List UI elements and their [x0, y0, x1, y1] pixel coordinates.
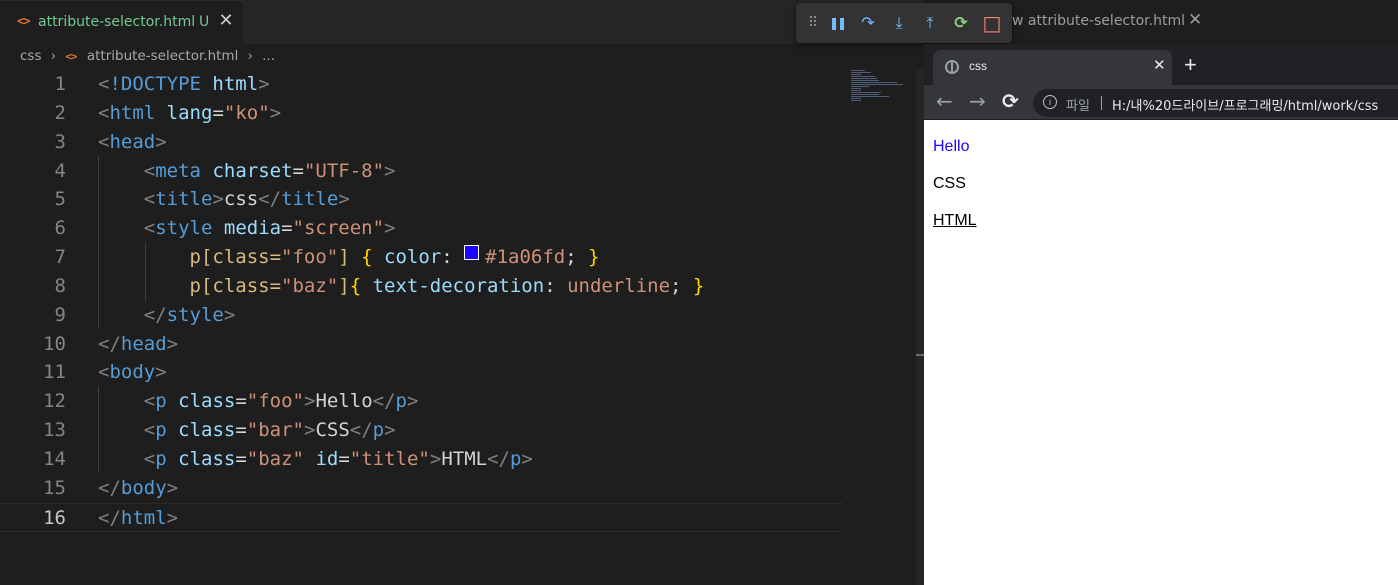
restart-icon[interactable]: ⟳	[950, 11, 972, 35]
preview-tab-label: w attribute-selector.html	[1012, 13, 1185, 29]
code-line: 12 <p class="foo">Hello</p>	[0, 387, 850, 416]
untracked-status-badge: U	[199, 14, 210, 30]
browser-toolbar: ← → ⟳ i 파일 H:/내%20드라이브/프로그래밍/html/work/c…	[924, 85, 1398, 120]
editor-scrollbar[interactable]	[916, 70, 924, 585]
line-number: 3	[54, 130, 66, 153]
address-bar[interactable]: i 파일 H:/내%20드라이브/프로그래밍/html/work/css	[1033, 89, 1398, 117]
browser-tab-strip: css ✕ +	[924, 44, 1398, 85]
browser-tab-title: css	[969, 59, 987, 73]
step-into-icon[interactable]: ⤓	[888, 11, 910, 35]
line-number: 4	[54, 159, 66, 182]
breadcrumb-folder[interactable]: css	[20, 48, 42, 64]
code-line: 13 <p class="bar">CSS</p>	[0, 416, 850, 445]
step-out-icon[interactable]: ⤒	[919, 11, 941, 35]
address-scheme-label: 파일	[1066, 99, 1090, 114]
breadcrumb-file[interactable]: attribute-selector.html	[87, 48, 238, 64]
html-file-icon: <>	[17, 14, 30, 28]
code-line: 1 <!DOCTYPE html>	[0, 70, 850, 99]
line-number: 6	[54, 217, 66, 240]
close-tab-icon[interactable]: ✕	[217, 10, 235, 32]
code-line: 2 <html lang="ko">	[0, 99, 850, 128]
line-number: 13	[43, 419, 66, 442]
back-arrow-icon[interactable]: ←	[936, 89, 953, 113]
pause-icon[interactable]: ❚❚	[826, 11, 848, 35]
line-number: 7	[54, 246, 66, 269]
close-tab-icon[interactable]: ✕	[1188, 10, 1202, 30]
line-number: 9	[54, 303, 66, 326]
breadcrumb-symbol[interactable]: ...	[262, 48, 275, 64]
code-line: 14 <p class="baz" id="title">HTML</p>	[0, 445, 850, 474]
browser-tab[interactable]: css ✕	[933, 50, 1172, 85]
line-number: 16	[43, 506, 66, 529]
reload-icon[interactable]: ⟳	[1002, 89, 1019, 113]
minimap[interactable]	[851, 70, 906, 105]
line-number: 2	[54, 101, 66, 124]
code-line: 10 </head>	[0, 330, 850, 359]
line-number: 15	[43, 476, 66, 499]
code-line: 6 <style media="screen">	[0, 214, 850, 243]
address-url[interactable]: H:/내%20드라이브/프로그래밍/html/work/css	[1112, 95, 1378, 114]
line-number: 8	[54, 274, 66, 297]
close-tab-icon[interactable]: ✕	[1153, 56, 1166, 74]
code-area[interactable]: 1 <!DOCTYPE html> 2 <html lang="ko"> 3 <hea…	[0, 70, 850, 532]
code-line: 15 </body>	[0, 474, 850, 503]
info-icon[interactable]: i	[1043, 95, 1057, 109]
code-line: 11 <body>	[0, 358, 850, 387]
code-line: 8 p[class="baz"]{ text-decoration: under…	[0, 272, 850, 301]
browser-preview: css ✕ + ← → ⟳ i 파일 H:/내%20드라이브/프로그래밍/htm…	[924, 44, 1398, 585]
chevron-right-icon: ›	[50, 48, 56, 64]
editor-tab-bar: <> attribute-selector.html U ✕	[0, 0, 924, 44]
html-file-icon: <>	[65, 49, 77, 63]
globe-icon	[945, 60, 959, 74]
line-number: 12	[43, 390, 66, 413]
chevron-right-icon: ›	[247, 48, 253, 64]
scrollbar-marker	[916, 354, 924, 356]
page-viewport: Hello CSS HTML	[924, 120, 1398, 585]
code-line: 4 <meta charset="UTF-8">	[0, 157, 850, 186]
code-line-current: 16 </html>	[0, 502, 843, 532]
line-number: 5	[54, 188, 66, 211]
code-line: 5 <title>css</title>	[0, 185, 850, 214]
code-line: 9 </style>	[0, 301, 850, 330]
color-swatch[interactable]	[464, 245, 480, 261]
line-number: 11	[43, 361, 66, 384]
line-number: 14	[43, 447, 66, 470]
debug-toolbar: ⠿ ❚❚ ↷ ⤓ ⤒ ⟳ □	[796, 3, 1012, 43]
forward-arrow-icon[interactable]: →	[969, 89, 986, 113]
line-number: 1	[54, 73, 66, 95]
breadcrumb: css › <> attribute-selector.html › ...	[20, 48, 275, 68]
stop-icon[interactable]: □	[981, 11, 1003, 35]
tab-filename: attribute-selector.html	[38, 14, 196, 30]
paragraph-baz: HTML	[933, 212, 977, 229]
line-number: 10	[43, 332, 66, 355]
code-line: 7 p[class="foo"] { color: #1a06fd; }	[0, 243, 850, 272]
paragraph-foo: Hello	[933, 138, 970, 155]
step-over-icon[interactable]: ↷	[857, 11, 879, 35]
paragraph-bar: CSS	[933, 175, 966, 192]
code-line: 3 <head>	[0, 128, 850, 157]
new-tab-button[interactable]: +	[1184, 52, 1197, 78]
code-editor: <> attribute-selector.html U ✕ css › <> …	[0, 0, 924, 585]
editor-tab-attribute-selector[interactable]: <> attribute-selector.html U ✕	[0, 0, 243, 44]
drag-grip-icon[interactable]: ⠿	[802, 11, 824, 35]
address-divider	[1101, 96, 1102, 110]
